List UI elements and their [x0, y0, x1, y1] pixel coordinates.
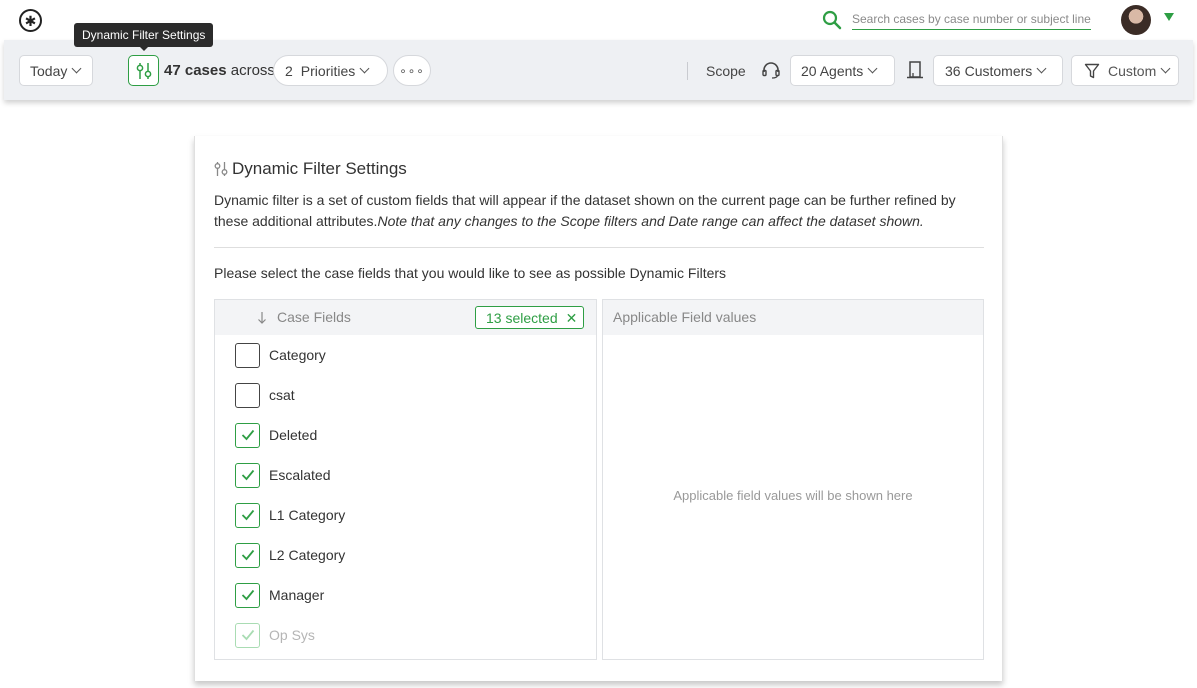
agents-dropdown[interactable]: 20 Agents: [790, 55, 895, 86]
panel-title-text: Dynamic Filter Settings: [232, 159, 407, 178]
chevron-down-icon: [1036, 63, 1047, 74]
field-checkbox[interactable]: [235, 462, 260, 488]
headset-icon: [762, 62, 780, 79]
sort-down-icon[interactable]: [257, 311, 267, 324]
custom-filter-dropdown[interactable]: Custom: [1071, 55, 1179, 86]
dynamic-filter-button[interactable]: [128, 55, 159, 86]
date-range-label: Today: [30, 62, 68, 79]
field-label: Manager: [269, 587, 325, 603]
more-icon: ∘∘∘: [399, 63, 425, 78]
agents-label: 20 Agents: [801, 62, 864, 79]
list-item[interactable]: Manager: [235, 582, 324, 608]
case-fields-column: Case Fields 13 selected ✕ Category csat De…: [214, 299, 597, 660]
checkmark-icon: [241, 509, 254, 521]
field-values-placeholder: Applicable field values will be shown he…: [673, 488, 913, 503]
custom-label: Custom: [1108, 62, 1157, 79]
chevron-down-icon[interactable]: [1164, 13, 1174, 21]
tooltip-arrow: [139, 46, 149, 51]
customers-count: 36: [945, 62, 961, 79]
logo-icon[interactable]: ✱: [19, 9, 42, 32]
chevron-down-icon: [867, 63, 878, 74]
field-checkbox[interactable]: [235, 382, 260, 408]
cases-summary: 47 cases across: [164, 62, 275, 79]
funnel-icon: [1084, 63, 1100, 78]
case-fields-header: Case Fields 13 selected ✕: [215, 300, 596, 335]
search-input[interactable]: [852, 8, 1091, 30]
dynamic-filter-panel: Dynamic Filter Settings Dynamic filter i…: [194, 136, 1003, 681]
panel-title: Dynamic Filter Settings: [214, 159, 407, 179]
field-checkbox[interactable]: [235, 502, 260, 528]
selected-count-badge[interactable]: 13 selected ✕: [475, 306, 585, 329]
field-label: L2 Category: [269, 547, 346, 563]
cases-suffix: across: [230, 62, 275, 79]
field-checkbox[interactable]: [235, 582, 260, 608]
list-item[interactable]: Escalated: [235, 462, 330, 488]
search-icon[interactable]: [822, 10, 842, 30]
checkmark-icon: [241, 589, 254, 601]
priorities-dropdown[interactable]: 2 Priorities: [273, 55, 388, 86]
more-filters-button[interactable]: ∘∘∘: [393, 55, 431, 86]
field-checkbox[interactable]: [235, 622, 260, 648]
checkmark-icon: [241, 429, 254, 441]
divider: [214, 247, 984, 248]
date-range-dropdown[interactable]: Today: [19, 55, 93, 86]
case-fields-header-label[interactable]: Case Fields: [277, 309, 351, 325]
scope-label: Scope: [706, 63, 746, 79]
tune-icon: [214, 162, 228, 176]
chevron-down-icon: [71, 63, 82, 74]
field-values-header: Applicable Field values: [603, 300, 983, 335]
field-values-header-label: Applicable Field values: [613, 309, 757, 325]
field-label: Op Sys: [269, 627, 315, 643]
field-checkbox[interactable]: [235, 542, 260, 568]
selected-count-label: 13 selected: [486, 309, 558, 326]
field-label: Escalated: [269, 467, 331, 483]
close-icon[interactable]: ✕: [566, 311, 578, 325]
cases-count: 47 cases: [164, 62, 227, 79]
tooltip-dynamic-filter: Dynamic Filter Settings: [74, 23, 214, 47]
list-item[interactable]: Category: [235, 342, 326, 368]
list-item[interactable]: L2 Category: [235, 542, 345, 568]
list-item[interactable]: Deleted: [235, 422, 317, 448]
field-label: Category: [269, 347, 326, 363]
priorities-label: Priorities: [300, 62, 356, 79]
description-note: Note that any changes to the Scope filte…: [377, 213, 924, 229]
field-label: csat: [269, 387, 295, 403]
field-checkbox[interactable]: [235, 422, 260, 448]
building-icon: [907, 61, 923, 79]
list-item[interactable]: Op Sys: [235, 622, 315, 648]
chevron-down-icon: [1160, 63, 1171, 74]
filter-bar: Today 47 cases across 2 Priorities ∘∘∘ S…: [4, 40, 1193, 100]
checkmark-icon: [241, 469, 254, 481]
divider: [687, 62, 688, 80]
panel-instruction: Please select the case fields that you w…: [214, 265, 727, 281]
search-bar: [822, 8, 1092, 32]
customers-dropdown[interactable]: 36 Customers: [933, 55, 1063, 86]
avatar[interactable]: [1121, 5, 1151, 35]
customers-label: Customers: [964, 62, 1033, 79]
field-checkbox[interactable]: [235, 342, 260, 368]
panel-description: Dynamic filter is a set of custom fields…: [214, 190, 989, 232]
field-label: L1 Category: [269, 507, 346, 523]
tune-icon: [136, 62, 151, 79]
checkmark-icon: [241, 549, 254, 561]
priorities-count: 2: [285, 62, 293, 79]
field-label: Deleted: [269, 427, 318, 443]
checkmark-icon: [241, 629, 254, 641]
chevron-down-icon: [359, 63, 370, 74]
field-values-column: Applicable Field values Applicable field…: [602, 299, 984, 660]
list-item[interactable]: csat: [235, 382, 295, 408]
list-item[interactable]: L1 Category: [235, 502, 345, 528]
